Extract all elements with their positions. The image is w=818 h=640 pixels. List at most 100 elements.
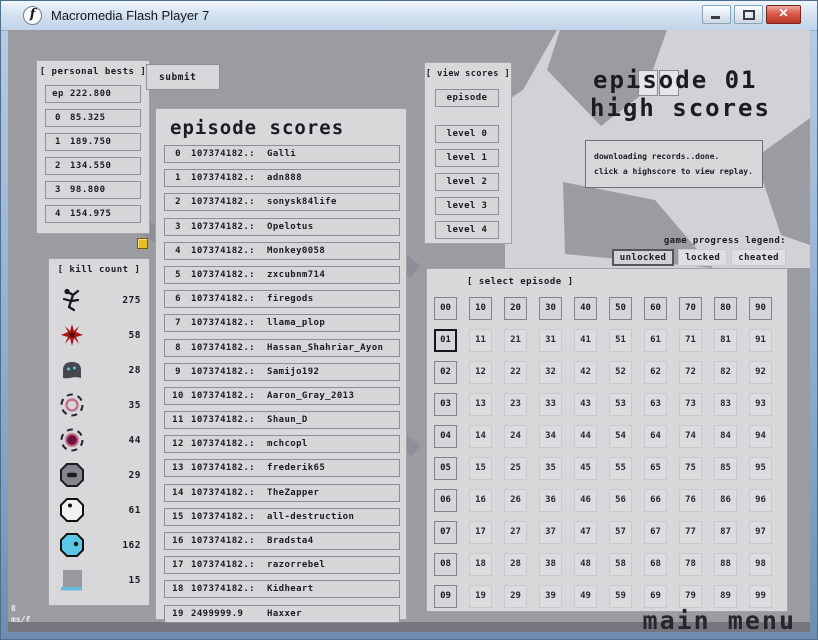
minimize-button[interactable] — [702, 5, 731, 24]
episode-cell-37[interactable]: 37 — [539, 521, 562, 544]
episode-cell-78[interactable]: 78 — [679, 553, 702, 576]
highscore-row[interactable]: 0107374182.:Galli — [164, 145, 400, 163]
episode-cell-91[interactable]: 91 — [749, 329, 772, 352]
highscore-row[interactable]: 8107374182.:Hassan_Shahriar_Ayon — [164, 339, 400, 357]
episode-cell-30[interactable]: 30 — [539, 297, 562, 320]
episode-cell-33[interactable]: 33 — [539, 393, 562, 416]
highscore-row[interactable]: 6107374182.:firegods — [164, 290, 400, 308]
episode-cell-02[interactable]: 02 — [434, 361, 457, 384]
highscore-row[interactable]: 2107374182.:sonysk84life — [164, 193, 400, 211]
episode-cell-01[interactable]: 01 — [434, 329, 457, 352]
episode-cell-82[interactable]: 82 — [714, 361, 737, 384]
episode-cell-27[interactable]: 27 — [504, 521, 527, 544]
highscore-row[interactable]: 15107374182.:all-destruction — [164, 508, 400, 526]
episode-cell-24[interactable]: 24 — [504, 425, 527, 448]
episode-cell-18[interactable]: 18 — [469, 553, 492, 576]
episode-cell-26[interactable]: 26 — [504, 489, 527, 512]
episode-cell-35[interactable]: 35 — [539, 457, 562, 480]
highscore-row[interactable]: 9107374182.:Samijo192 — [164, 363, 400, 381]
episode-cell-62[interactable]: 62 — [644, 361, 667, 384]
episode-cell-76[interactable]: 76 — [679, 489, 702, 512]
episode-cell-95[interactable]: 95 — [749, 457, 772, 480]
episode-cell-20[interactable]: 20 — [504, 297, 527, 320]
episode-cell-45[interactable]: 45 — [574, 457, 597, 480]
episode-cell-39[interactable]: 39 — [539, 585, 562, 608]
episode-cell-84[interactable]: 84 — [714, 425, 737, 448]
episode-cell-69[interactable]: 69 — [644, 585, 667, 608]
episode-cell-52[interactable]: 52 — [609, 361, 632, 384]
episode-cell-80[interactable]: 80 — [714, 297, 737, 320]
titlebar[interactable]: Macromedia Flash Player 7 — [1, 1, 817, 31]
episode-cell-96[interactable]: 96 — [749, 489, 772, 512]
highscore-row[interactable]: 4107374182.:Monkey0058 — [164, 242, 400, 260]
episode-cell-66[interactable]: 66 — [644, 489, 667, 512]
episode-cell-81[interactable]: 81 — [714, 329, 737, 352]
view-scores-button-level-2[interactable]: level 2 — [435, 173, 499, 191]
episode-cell-71[interactable]: 71 — [679, 329, 702, 352]
episode-cell-51[interactable]: 51 — [609, 329, 632, 352]
episode-cell-74[interactable]: 74 — [679, 425, 702, 448]
episode-cell-53[interactable]: 53 — [609, 393, 632, 416]
episode-cell-89[interactable]: 89 — [714, 585, 737, 608]
submit-button[interactable]: submit — [146, 64, 220, 90]
episode-cell-85[interactable]: 85 — [714, 457, 737, 480]
highscore-row[interactable]: 16107374182.:Bradsta4 — [164, 532, 400, 550]
episode-cell-99[interactable]: 99 — [749, 585, 772, 608]
maximize-button[interactable] — [734, 5, 763, 24]
episode-cell-59[interactable]: 59 — [609, 585, 632, 608]
episode-cell-93[interactable]: 93 — [749, 393, 772, 416]
episode-cell-40[interactable]: 40 — [574, 297, 597, 320]
episode-cell-50[interactable]: 50 — [609, 297, 632, 320]
episode-cell-86[interactable]: 86 — [714, 489, 737, 512]
episode-cell-67[interactable]: 67 — [644, 521, 667, 544]
episode-cell-57[interactable]: 57 — [609, 521, 632, 544]
episode-cell-08[interactable]: 08 — [434, 553, 457, 576]
episode-cell-44[interactable]: 44 — [574, 425, 597, 448]
episode-cell-03[interactable]: 03 — [434, 393, 457, 416]
episode-cell-09[interactable]: 09 — [434, 585, 457, 608]
episode-cell-12[interactable]: 12 — [469, 361, 492, 384]
view-scores-button-level-3[interactable]: level 3 — [435, 197, 499, 215]
episode-cell-22[interactable]: 22 — [504, 361, 527, 384]
episode-cell-98[interactable]: 98 — [749, 553, 772, 576]
episode-cell-43[interactable]: 43 — [574, 393, 597, 416]
highscore-row[interactable]: 13107374182.:frederik65 — [164, 459, 400, 477]
episode-cell-92[interactable]: 92 — [749, 361, 772, 384]
episode-cell-83[interactable]: 83 — [714, 393, 737, 416]
episode-cell-19[interactable]: 19 — [469, 585, 492, 608]
episode-cell-64[interactable]: 64 — [644, 425, 667, 448]
episode-cell-25[interactable]: 25 — [504, 457, 527, 480]
view-scores-button-episode[interactable]: episode — [435, 89, 499, 107]
episode-cell-06[interactable]: 06 — [434, 489, 457, 512]
episode-cell-14[interactable]: 14 — [469, 425, 492, 448]
episode-cell-75[interactable]: 75 — [679, 457, 702, 480]
episode-cell-31[interactable]: 31 — [539, 329, 562, 352]
episode-cell-36[interactable]: 36 — [539, 489, 562, 512]
episode-cell-23[interactable]: 23 — [504, 393, 527, 416]
episode-cell-28[interactable]: 28 — [504, 553, 527, 576]
episode-cell-04[interactable]: 04 — [434, 425, 457, 448]
highscore-row[interactable]: 10107374182.:Aaron_Gray_2013 — [164, 387, 400, 405]
close-button[interactable] — [766, 5, 801, 24]
episode-cell-88[interactable]: 88 — [714, 553, 737, 576]
episode-cell-70[interactable]: 70 — [679, 297, 702, 320]
episode-cell-13[interactable]: 13 — [469, 393, 492, 416]
episode-cell-61[interactable]: 61 — [644, 329, 667, 352]
episode-cell-11[interactable]: 11 — [469, 329, 492, 352]
episode-cell-15[interactable]: 15 — [469, 457, 492, 480]
episode-cell-94[interactable]: 94 — [749, 425, 772, 448]
highscore-row[interactable]: 18107374182.:Kidheart — [164, 580, 400, 598]
highscore-row[interactable]: 11107374182.:Shaun_D — [164, 411, 400, 429]
episode-cell-16[interactable]: 16 — [469, 489, 492, 512]
highscore-row[interactable]: 7107374182.:llama_plop — [164, 314, 400, 332]
episode-cell-07[interactable]: 07 — [434, 521, 457, 544]
episode-cell-65[interactable]: 65 — [644, 457, 667, 480]
episode-cell-54[interactable]: 54 — [609, 425, 632, 448]
episode-cell-77[interactable]: 77 — [679, 521, 702, 544]
episode-cell-10[interactable]: 10 — [469, 297, 492, 320]
view-scores-button-level-0[interactable]: level 0 — [435, 125, 499, 143]
episode-cell-42[interactable]: 42 — [574, 361, 597, 384]
view-scores-button-level-1[interactable]: level 1 — [435, 149, 499, 167]
episode-cell-34[interactable]: 34 — [539, 425, 562, 448]
highscore-row[interactable]: 14107374182.:TheZapper — [164, 484, 400, 502]
